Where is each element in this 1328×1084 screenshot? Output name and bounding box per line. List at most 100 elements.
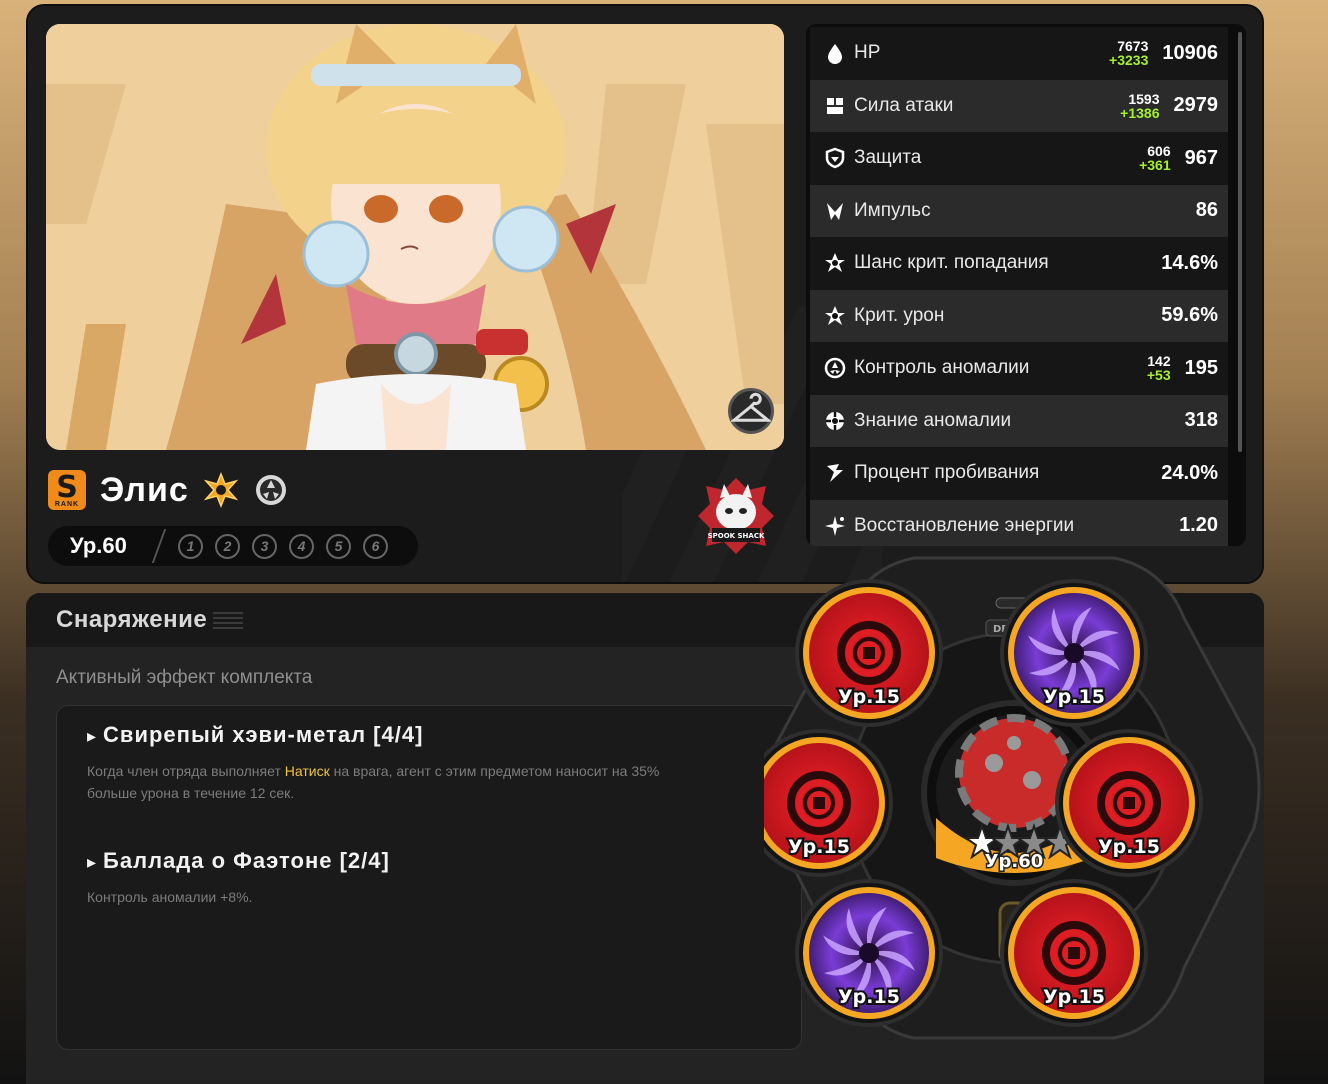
crit-dmg-icon bbox=[824, 305, 846, 327]
stat-row: Защита 606 +361 967 bbox=[810, 132, 1228, 185]
set-desc-2: Контроль аномалии +8%. bbox=[87, 886, 687, 908]
header-decoration bbox=[213, 611, 244, 629]
stats-list: HP 7673 +3233 10906 Сила атаки 1593 +1386 2979 З… bbox=[810, 27, 1246, 546]
stat-total: 10906 bbox=[1162, 41, 1218, 64]
defense-shield-icon bbox=[824, 147, 846, 169]
stat-row: Восстановление энергии 1.20 bbox=[810, 499, 1228, 546]
disc-level: Ур.15 bbox=[1098, 836, 1160, 858]
stats-panel: HP 7673 +3233 10906 Сила атаки 1593 +1386 2979 З… bbox=[806, 24, 1246, 546]
stat-label: Сила атаки bbox=[854, 94, 954, 116]
stat-label: Процент пробивания bbox=[854, 462, 1040, 484]
agent-name: Элис bbox=[100, 470, 189, 509]
stat-bonus: +361 bbox=[1139, 157, 1171, 174]
stat-base: 7673 bbox=[1117, 38, 1149, 55]
mindscape-5[interactable]: 5 bbox=[326, 533, 351, 559]
mindscape-4[interactable]: 4 bbox=[289, 533, 314, 559]
rank-caption: RANK bbox=[54, 500, 80, 508]
set-desc-1-before: Когда член отряда выполняет bbox=[87, 763, 285, 779]
set-name-2: Баллада о Фаэтоне [2/4] bbox=[87, 848, 801, 874]
stat-base: 1593 bbox=[1128, 90, 1160, 107]
disc-slot-2[interactable]: Ур.15 bbox=[1000, 579, 1148, 727]
stat-total: 195 bbox=[1184, 356, 1218, 379]
stat-row: HP 7673 +3233 10906 bbox=[810, 27, 1228, 80]
stat-label: Крит. урон bbox=[854, 304, 945, 326]
level-bar: Ур.60 1 2 3 4 5 6 bbox=[48, 526, 418, 566]
disc-slot-6[interactable]: Ур.15 bbox=[1000, 879, 1148, 1027]
engine-level: Ур.60 bbox=[985, 851, 1044, 872]
rank-badge: S RANK bbox=[48, 470, 86, 510]
stat-breakdown: 1593 +1386 bbox=[1120, 92, 1159, 120]
equipment-title: Снаряжение bbox=[56, 606, 208, 633]
mindscape-1[interactable]: 1 bbox=[178, 533, 203, 559]
stat-bonus: +1386 bbox=[1120, 104, 1160, 121]
set-desc-2-before: Контроль аномалии +8%. bbox=[87, 889, 253, 905]
faction-name: SPOOK SHACK bbox=[708, 532, 765, 540]
stat-bonus: +3233 bbox=[1109, 52, 1149, 69]
mindscape-6[interactable]: 6 bbox=[363, 533, 388, 559]
stat-row: Сила атаки 1593 +1386 2979 bbox=[810, 79, 1228, 132]
set-desc-1: Когда член отряда выполняет Натиск на вр… bbox=[87, 760, 687, 804]
physical-element-icon bbox=[203, 472, 239, 508]
disc-level: Ур.15 bbox=[1043, 986, 1105, 1008]
disc-level: Ур.15 bbox=[838, 686, 900, 708]
hp-drop-icon bbox=[824, 42, 846, 65]
set-desc-1-highlight: Натиск bbox=[284, 763, 330, 779]
stat-label: Защита bbox=[854, 147, 922, 169]
stat-total: 967 bbox=[1184, 146, 1218, 169]
disc-level: Ур.15 bbox=[838, 986, 900, 1008]
stat-row: Импульс 86 bbox=[810, 184, 1228, 237]
agent-name-row: S RANK Элис bbox=[48, 470, 289, 510]
hanger-icon bbox=[731, 392, 771, 422]
stat-label: Восстановление энергии bbox=[854, 514, 1075, 536]
agent-level: Ур.60 bbox=[70, 533, 127, 558]
rank-letter: S bbox=[56, 469, 78, 505]
stat-total: 59.6% bbox=[1161, 304, 1218, 327]
disc-slot-3[interactable]: Ур.15 bbox=[764, 729, 893, 877]
drive-disc-panel: DRIVER Ур.60 Ур.15Ур.15Ур.15Ур.15Ур.15Ур… bbox=[764, 556, 1261, 1040]
attack-icon bbox=[824, 95, 846, 117]
stat-row: Знание аномалии 318 bbox=[810, 394, 1228, 447]
disc-slot-4[interactable]: Ур.15 bbox=[1055, 729, 1203, 877]
disc-level: Ур.15 bbox=[1043, 686, 1105, 708]
stat-label: HP bbox=[854, 42, 881, 64]
anomaly-proficiency-icon bbox=[824, 410, 846, 432]
stats-scrollbar[interactable] bbox=[1238, 32, 1242, 452]
set-name-1: Свирепый хэви-метал [4/4] bbox=[87, 722, 801, 748]
stat-total: 318 bbox=[1184, 409, 1218, 432]
mindscape-3[interactable]: 3 bbox=[252, 533, 277, 559]
faction-logo-icon: SPOOK SHACK bbox=[698, 478, 774, 554]
energy-regen-icon bbox=[824, 515, 846, 537]
agent-card: S RANK Элис Ур.60 1 2 3 4 5 6 SPOOK SHAC… bbox=[26, 4, 1264, 584]
anomaly-specialty-icon bbox=[255, 475, 286, 505]
stat-row: Крит. урон 59.6% bbox=[810, 289, 1228, 342]
outfit-button[interactable] bbox=[728, 388, 774, 434]
pen-ratio-icon bbox=[824, 462, 846, 484]
stat-total: 2979 bbox=[1173, 94, 1219, 117]
stat-breakdown: 7673 +3233 bbox=[1109, 39, 1148, 67]
stat-breakdown: 606 +361 bbox=[1139, 144, 1171, 172]
disc-slot-1[interactable]: Ур.15 bbox=[795, 579, 943, 727]
stat-bonus: +53 bbox=[1146, 367, 1171, 384]
stat-base: 606 bbox=[1147, 143, 1171, 160]
mindscape-list: 1 2 3 4 5 6 bbox=[178, 533, 388, 559]
impact-icon bbox=[824, 200, 846, 222]
stat-row: Контроль аномалии 142 +53 195 bbox=[810, 342, 1228, 395]
agent-portrait bbox=[46, 24, 784, 450]
crit-rate-icon bbox=[824, 252, 846, 274]
mindscape-2[interactable]: 2 bbox=[215, 533, 240, 559]
stat-total: 24.0% bbox=[1161, 461, 1218, 484]
stat-row: Шанс крит. попадания 14.6% bbox=[810, 237, 1228, 290]
stat-base: 142 bbox=[1147, 353, 1171, 370]
stat-label: Контроль аномалии bbox=[854, 357, 1030, 379]
stat-row: Процент пробивания 24.0% bbox=[810, 447, 1228, 500]
disc-slot-5[interactable]: Ур.15 bbox=[795, 879, 943, 1027]
stat-total: 14.6% bbox=[1161, 251, 1218, 274]
agent-portrait-art bbox=[46, 24, 784, 450]
stat-total: 86 bbox=[1195, 199, 1218, 222]
stat-label: Импульс bbox=[854, 199, 931, 221]
set-effects-box: Свирепый хэви-метал [4/4] Когда член отр… bbox=[56, 705, 802, 1050]
anomaly-mastery-icon bbox=[824, 357, 846, 379]
stat-label: Знание аномалии bbox=[854, 409, 1012, 431]
stat-total: 1.20 bbox=[1179, 514, 1218, 537]
stat-label: Шанс крит. попадания bbox=[854, 252, 1049, 274]
